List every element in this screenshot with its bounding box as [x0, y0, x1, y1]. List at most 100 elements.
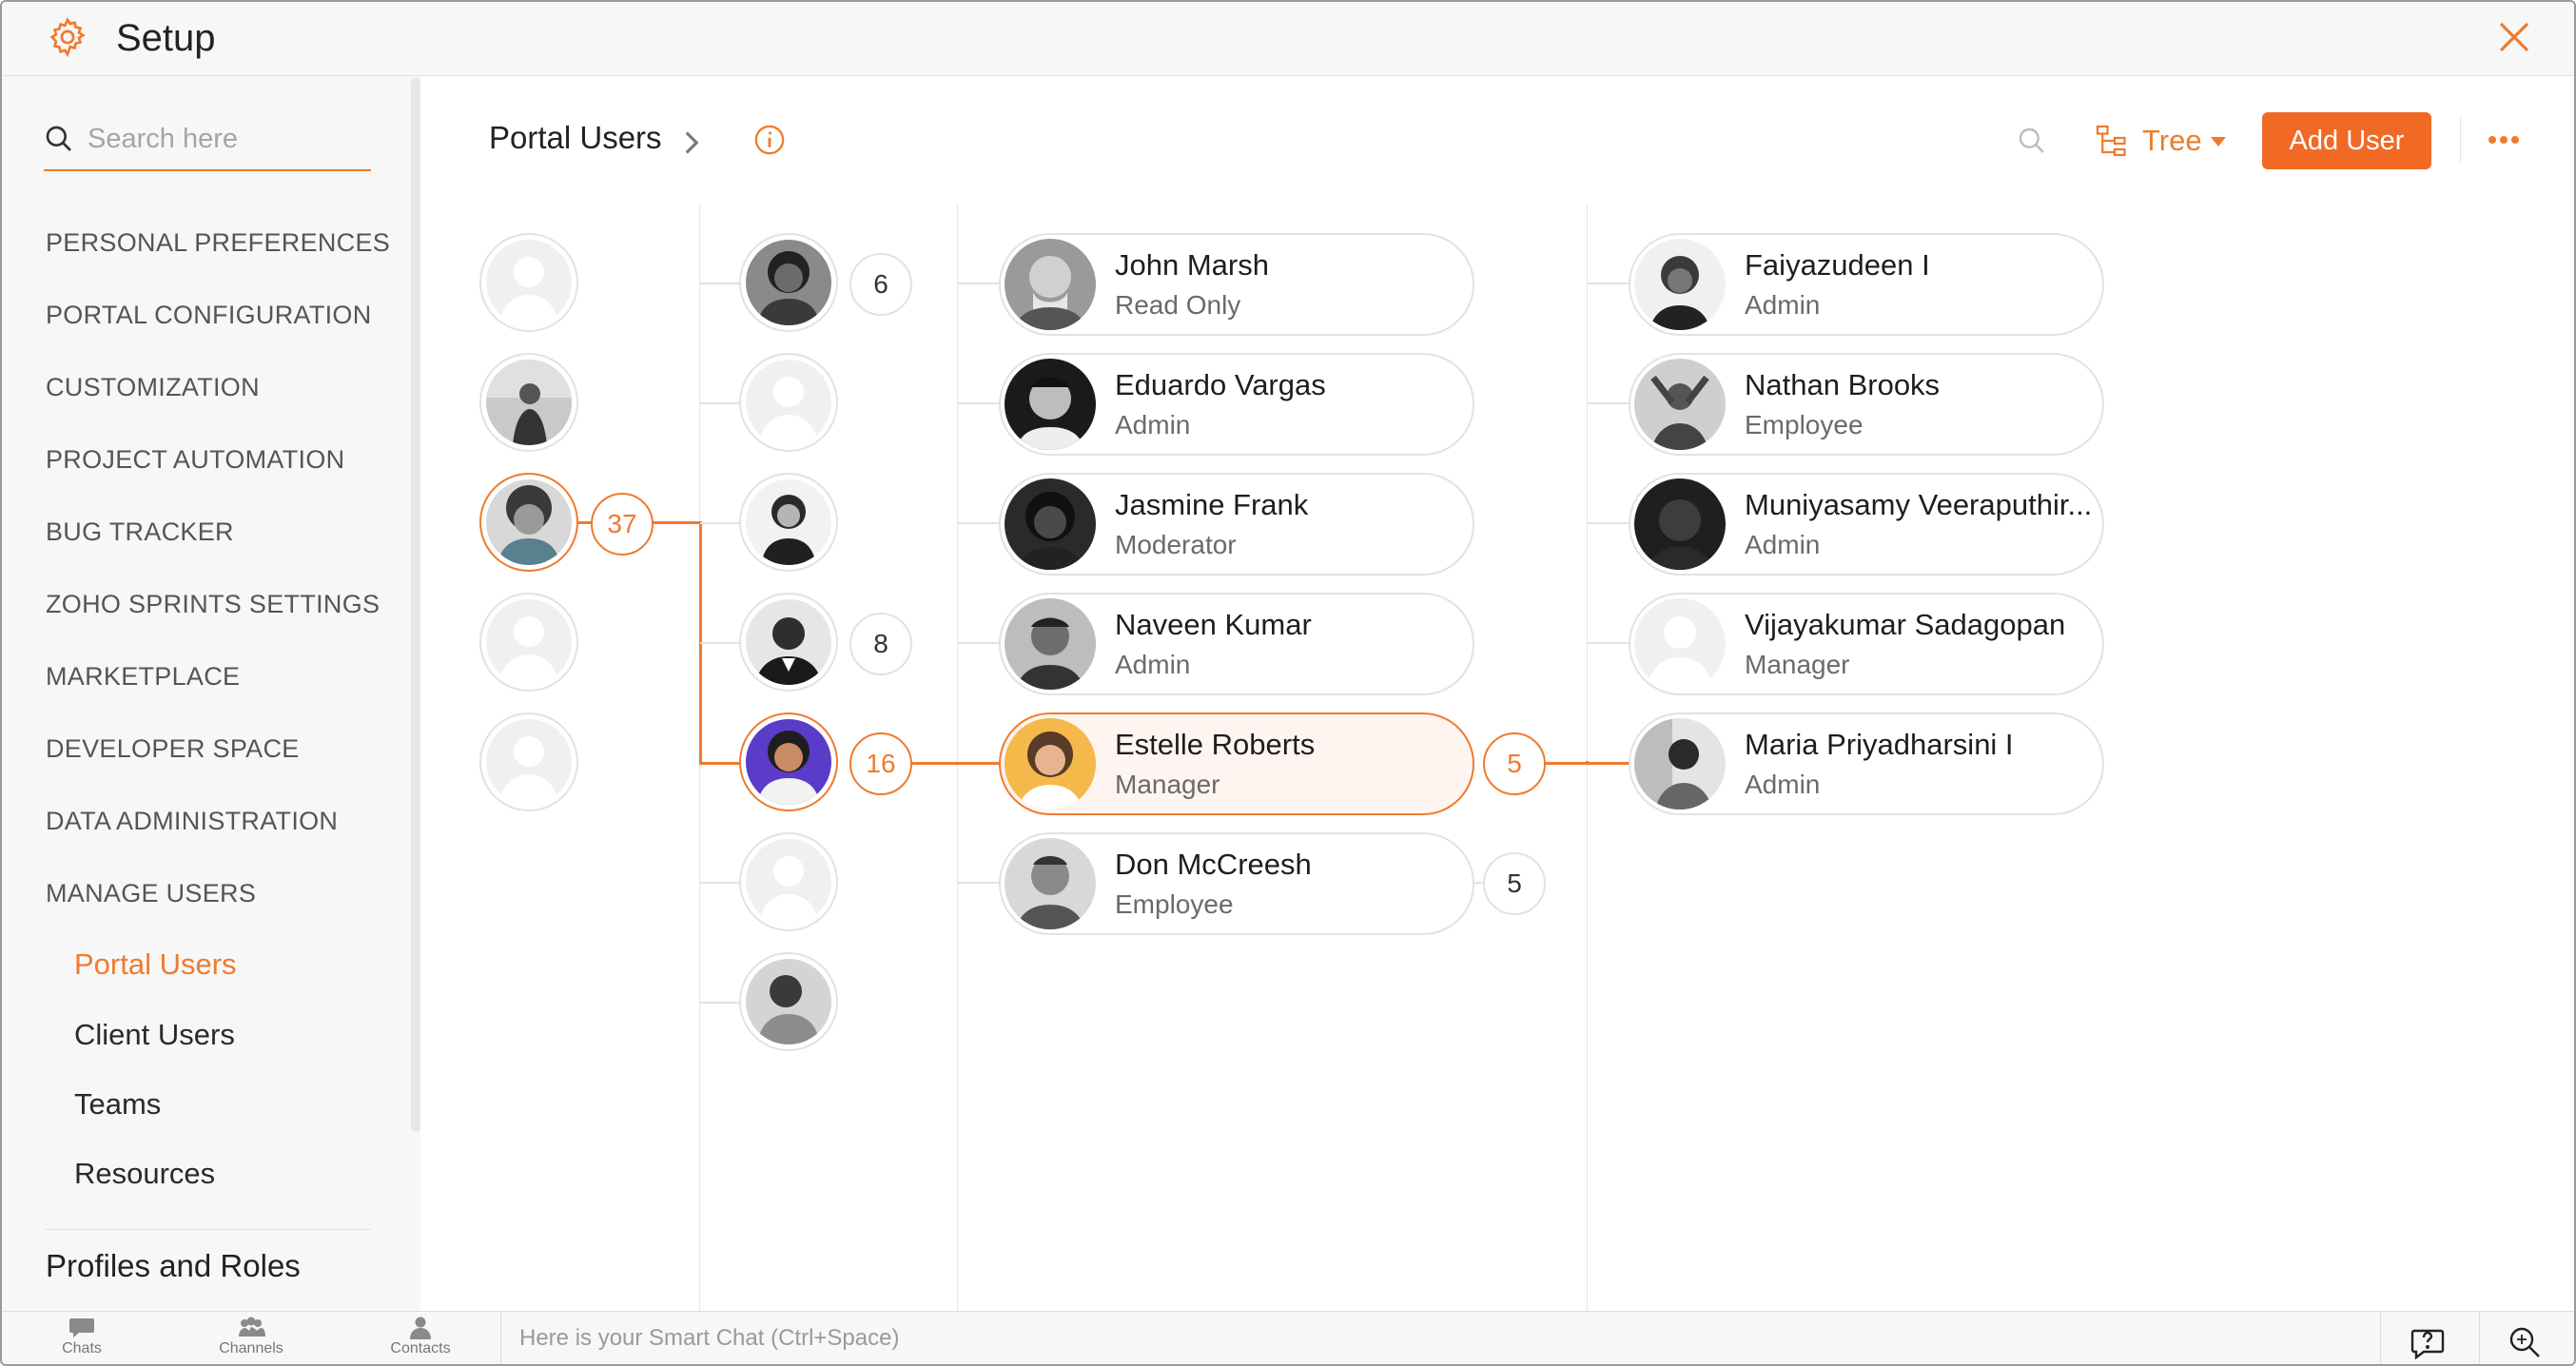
user-placeholder-icon — [486, 240, 572, 325]
more-options-icon[interactable] — [2485, 126, 2523, 154]
view-toggle-tree[interactable]: Tree — [2095, 114, 2237, 167]
sidebar-item-customization[interactable]: CUSTOMIZATION — [46, 373, 260, 402]
connector-line — [1588, 522, 1631, 524]
user-photo — [1005, 478, 1096, 570]
user-name: Vijayakumar Sadagopan — [1745, 608, 2066, 641]
user-role: Admin — [1115, 410, 1191, 439]
channels-tab[interactable]: Channels — [194, 1316, 308, 1364]
report-count-badge[interactable]: 37 — [591, 493, 654, 556]
contacts-tab[interactable]: Contacts — [363, 1316, 478, 1364]
user-role: Employee — [1745, 410, 1864, 439]
user-name: Naveen Kumar — [1115, 608, 1312, 641]
sidebar-subitem-resources[interactable]: Resources — [74, 1157, 215, 1191]
setup-window: Setup PERSONAL PREFERENCES PORTAL CONFIG… — [0, 0, 2576, 1366]
user-photo — [746, 719, 831, 805]
user-photo — [1005, 359, 1096, 450]
user-card[interactable]: Don McCreesh Employee — [999, 832, 1474, 935]
user-name: John Marsh — [1115, 248, 1269, 282]
user-card[interactable]: Eduardo Vargas Admin — [999, 353, 1474, 456]
connector-line — [700, 522, 740, 524]
report-count-badge[interactable]: 8 — [849, 613, 912, 675]
connector-line — [1588, 642, 1631, 644]
help-icon[interactable] — [2409, 1323, 2447, 1361]
sidebar-item-data-administration[interactable]: DATA ADMINISTRATION — [46, 807, 338, 836]
user-photo — [486, 479, 572, 565]
sidebar-subitem-teams[interactable]: Teams — [74, 1087, 161, 1122]
report-count-badge[interactable]: 6 — [849, 253, 912, 316]
contacts-label: Contacts — [390, 1340, 451, 1356]
sidebar-subitem-portal-users[interactable]: Portal Users — [74, 947, 237, 982]
avatar-placeholder[interactable] — [739, 832, 838, 931]
avatar-placeholder[interactable] — [739, 353, 838, 452]
avatar-placeholder[interactable] — [479, 233, 578, 332]
search-icon — [46, 126, 71, 151]
smart-chat-input[interactable]: Here is your Smart Chat (Ctrl+Space) — [519, 1325, 899, 1352]
user-card[interactable]: Muniyasamy Veeraputhir... Admin — [1629, 473, 2104, 576]
user-role: Employee — [1115, 889, 1234, 919]
chevron-right-icon — [685, 131, 699, 154]
info-icon[interactable] — [753, 124, 786, 156]
user-role: Admin — [1745, 290, 1821, 320]
connector-line — [700, 283, 740, 284]
connector-line — [1588, 402, 1631, 404]
chats-tab[interactable]: Chats — [25, 1316, 139, 1364]
search-icon[interactable] — [2017, 126, 2047, 156]
column-divider — [957, 204, 958, 1311]
user-card-selected[interactable]: Estelle Roberts Manager — [999, 712, 1474, 815]
sidebar-subitem-client-users[interactable]: Client Users — [74, 1018, 235, 1052]
sidebar-item-bug-tracker[interactable]: BUG TRACKER — [46, 517, 234, 547]
report-count-badge[interactable]: 5 — [1483, 732, 1546, 795]
sidebar-item-manage-users[interactable]: MANAGE USERS — [46, 879, 256, 908]
sidebar-item-project-automation[interactable]: PROJECT AUTOMATION — [46, 445, 344, 475]
user-role: Admin — [1745, 770, 1821, 799]
user-photo — [746, 479, 831, 565]
user-role: Admin — [1115, 650, 1191, 679]
user-name: Estelle Roberts — [1115, 728, 1316, 761]
avatar-placeholder[interactable] — [479, 593, 578, 692]
sidebar-item-portal-configuration[interactable]: PORTAL CONFIGURATION — [46, 301, 372, 330]
avatar-selected[interactable] — [479, 473, 578, 572]
user-photo — [1634, 478, 1726, 570]
avatar[interactable] — [739, 473, 838, 572]
search-input[interactable] — [88, 118, 363, 160]
channels-label: Channels — [219, 1340, 283, 1356]
connector-line — [958, 642, 1002, 644]
avatar[interactable] — [739, 593, 838, 692]
sidebar-divider — [46, 1229, 371, 1230]
close-icon[interactable] — [2494, 17, 2534, 57]
tree-view-icon — [2096, 125, 2126, 157]
sidebar-scrollbar[interactable] — [411, 78, 420, 1132]
bottom-bar: Chats Channels Contacts Here is your Sma… — [2, 1311, 2574, 1364]
user-card[interactable]: Naveen Kumar Admin — [999, 593, 1474, 695]
user-card[interactable]: Faiyazudeen I Admin — [1629, 233, 2104, 336]
user-card[interactable]: Nathan Brooks Employee — [1629, 353, 2104, 456]
user-card[interactable]: Jasmine Frank Moderator — [999, 473, 1474, 576]
avatar-placeholder[interactable] — [479, 712, 578, 811]
search-chat-icon[interactable] — [2506, 1323, 2544, 1361]
user-card[interactable]: Vijayakumar Sadagopan Manager — [1629, 593, 2104, 695]
sidebar-item-marketplace[interactable]: MARKETPLACE — [46, 662, 240, 692]
add-user-button[interactable]: Add User — [2262, 112, 2431, 169]
sidebar-item-zoho-sprints-settings[interactable]: ZOHO SPRINTS SETTINGS — [46, 590, 380, 619]
user-photo — [746, 240, 831, 325]
report-count-badge[interactable]: 5 — [1483, 852, 1546, 915]
connector-line — [1588, 283, 1631, 284]
user-name: Eduardo Vargas — [1115, 368, 1326, 401]
avatar[interactable] — [739, 952, 838, 1051]
user-photo — [486, 360, 572, 445]
avatar[interactable] — [479, 353, 578, 452]
window-title: Setup — [116, 17, 216, 59]
avatar-selected[interactable] — [739, 712, 838, 811]
user-placeholder-icon — [486, 599, 572, 685]
avatar[interactable] — [739, 233, 838, 332]
connector-line — [699, 762, 739, 765]
user-card[interactable]: Maria Priyadharsini I Admin — [1629, 712, 2104, 815]
user-role: Manager — [1745, 650, 1850, 679]
sidebar-item-developer-space[interactable]: DEVELOPER SPACE — [46, 734, 300, 764]
user-photo — [1634, 359, 1726, 450]
sidebar-item-personal-preferences[interactable]: PERSONAL PREFERENCES — [46, 228, 390, 258]
contacts-icon — [410, 1317, 431, 1339]
report-count-badge[interactable]: 16 — [849, 732, 912, 795]
user-card[interactable]: John Marsh Read Only — [999, 233, 1474, 336]
sidebar-heading-profiles-and-roles[interactable]: Profiles and Roles — [46, 1248, 301, 1284]
